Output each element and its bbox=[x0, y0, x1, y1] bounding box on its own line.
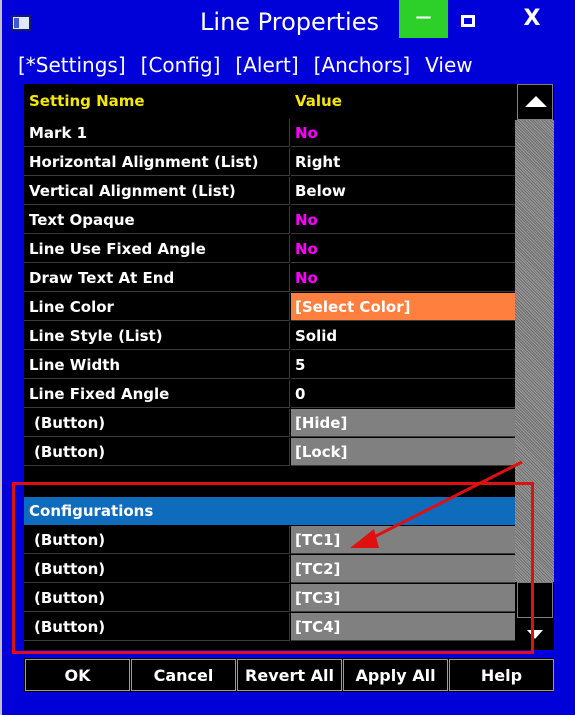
setting-row-hide[interactable]: (Button) [Hide] bbox=[24, 409, 515, 438]
menu-bar: [*Settings] [Config] [Alert] [Anchors] V… bbox=[18, 53, 488, 81]
revert-all-button[interactable]: Revert All bbox=[237, 659, 342, 691]
setting-row-line-style[interactable]: Line Style (List) Solid bbox=[24, 322, 515, 351]
button-bar: OK Cancel Revert All Apply All Help bbox=[24, 658, 554, 692]
tc1-button[interactable]: [TC1] bbox=[291, 526, 515, 554]
setting-name: Mark 1 bbox=[24, 119, 290, 147]
config-row-tc3[interactable]: (Button) [TC3] bbox=[24, 584, 515, 613]
setting-row-line-use-fixed-angle[interactable]: Line Use Fixed Angle No bbox=[24, 235, 515, 264]
settings-grid: Setting Name Value Mark 1 No Horizontal … bbox=[24, 84, 554, 650]
title-bar[interactable]: Line Properties — X bbox=[2, 0, 575, 50]
setting-row-horizontal-alignment[interactable]: Horizontal Alignment (List) Right bbox=[24, 148, 515, 177]
setting-value[interactable]: No bbox=[291, 264, 515, 292]
menu-view[interactable]: View bbox=[425, 53, 472, 81]
menu-config[interactable]: [Config] bbox=[141, 53, 221, 81]
setting-name: Draw Text At End bbox=[24, 264, 290, 292]
cancel-button[interactable]: Cancel bbox=[131, 659, 236, 691]
select-color-button[interactable]: [Select Color] bbox=[291, 293, 515, 321]
setting-row-mark-1[interactable]: Mark 1 No bbox=[24, 119, 515, 148]
apply-all-button[interactable]: Apply All bbox=[343, 659, 448, 691]
setting-row-line-color[interactable]: Line Color [Select Color] bbox=[24, 293, 515, 322]
header-value[interactable]: Value bbox=[291, 87, 515, 115]
grid-header: Setting Name Value bbox=[24, 87, 515, 116]
menu-settings[interactable]: [*Settings] bbox=[18, 53, 126, 81]
setting-value[interactable]: Below bbox=[291, 177, 515, 205]
setting-value[interactable]: 0 bbox=[291, 380, 515, 408]
hide-button[interactable]: [Hide] bbox=[291, 409, 515, 437]
setting-name: (Button) bbox=[24, 526, 290, 554]
setting-name: (Button) bbox=[24, 613, 290, 641]
setting-name: Horizontal Alignment (List) bbox=[24, 148, 290, 176]
minimize-button[interactable]: — bbox=[399, 0, 448, 38]
setting-value[interactable]: No bbox=[291, 206, 515, 234]
setting-value[interactable]: Right bbox=[291, 148, 515, 176]
scroll-track[interactable] bbox=[515, 120, 554, 582]
window-title: Line Properties bbox=[200, 8, 379, 36]
setting-name: (Button) bbox=[24, 584, 290, 612]
tc3-button[interactable]: [TC3] bbox=[291, 584, 515, 612]
setting-name: Line Fixed Angle bbox=[24, 380, 290, 408]
setting-value[interactable]: No bbox=[291, 235, 515, 263]
setting-name: (Button) bbox=[24, 409, 290, 437]
setting-value[interactable]: Solid bbox=[291, 322, 515, 350]
close-button[interactable]: X bbox=[502, 0, 562, 38]
setting-value[interactable]: 5 bbox=[291, 351, 515, 379]
config-row-tc1[interactable]: (Button) [TC1] bbox=[24, 526, 515, 555]
config-row-tc4[interactable]: (Button) [TC4] bbox=[24, 613, 515, 642]
setting-row-line-width[interactable]: Line Width 5 bbox=[24, 351, 515, 380]
setting-name: (Button) bbox=[24, 438, 290, 466]
setting-row-text-opaque[interactable]: Text Opaque No bbox=[24, 206, 515, 235]
section-configurations: Configurations bbox=[24, 497, 515, 525]
scroll-down-arrow-icon[interactable] bbox=[517, 620, 553, 650]
vertical-scrollbar[interactable] bbox=[515, 84, 554, 650]
setting-name: Line Style (List) bbox=[24, 322, 290, 350]
setting-row-line-fixed-angle[interactable]: Line Fixed Angle 0 bbox=[24, 380, 515, 409]
setting-value[interactable]: No bbox=[291, 119, 515, 147]
setting-row-draw-text-at-end[interactable]: Draw Text At End No bbox=[24, 264, 515, 293]
tc4-button[interactable]: [TC4] bbox=[291, 613, 515, 641]
setting-row-lock[interactable]: (Button) [Lock] bbox=[24, 438, 515, 467]
maximize-icon bbox=[461, 14, 475, 27]
scroll-page-down[interactable] bbox=[517, 582, 553, 618]
setting-row-vertical-alignment[interactable]: Vertical Alignment (List) Below bbox=[24, 177, 515, 206]
setting-name: Line Width bbox=[24, 351, 290, 379]
help-button[interactable]: Help bbox=[449, 659, 554, 691]
maximize-button[interactable] bbox=[448, 0, 488, 38]
setting-name: Text Opaque bbox=[24, 206, 290, 234]
menu-alert[interactable]: [Alert] bbox=[235, 53, 298, 81]
setting-name: Vertical Alignment (List) bbox=[24, 177, 290, 205]
header-setting-name[interactable]: Setting Name bbox=[24, 87, 290, 115]
lock-button[interactable]: [Lock] bbox=[291, 438, 515, 466]
setting-name: (Button) bbox=[24, 555, 290, 583]
line-properties-window: Line Properties — X [*Settings] [Config]… bbox=[0, 0, 575, 715]
ok-button[interactable]: OK bbox=[25, 659, 130, 691]
menu-anchors[interactable]: [Anchors] bbox=[314, 53, 411, 81]
setting-name: Line Color bbox=[24, 293, 290, 321]
scroll-up-arrow-icon[interactable] bbox=[517, 84, 553, 120]
setting-name: Line Use Fixed Angle bbox=[24, 235, 290, 263]
tc2-button[interactable]: [TC2] bbox=[291, 555, 515, 583]
config-row-tc2[interactable]: (Button) [TC2] bbox=[24, 555, 515, 584]
